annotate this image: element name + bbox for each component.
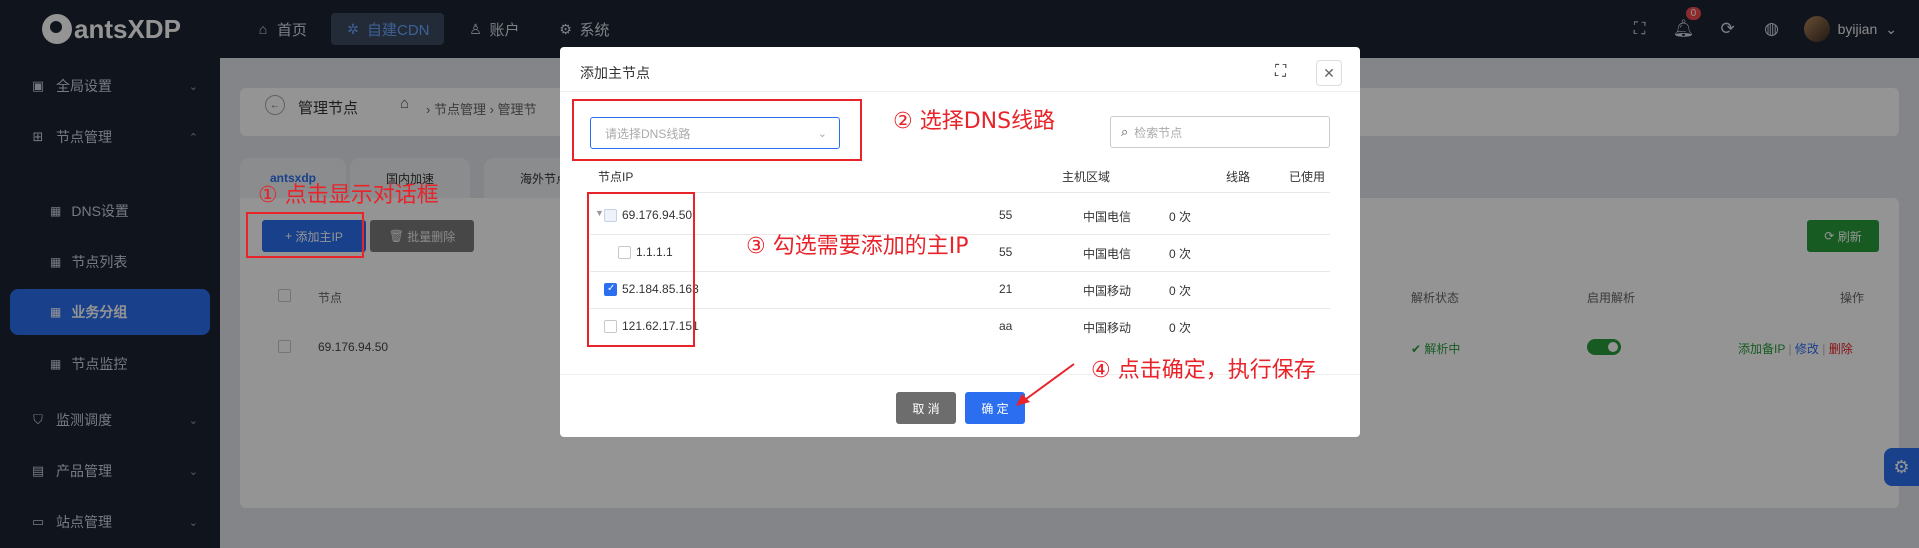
col-node-ip: 节点IP (598, 170, 634, 184)
used: 0 次 (1169, 247, 1192, 261)
divider (590, 192, 1330, 193)
search-placeholder: 检索节点 (1134, 125, 1183, 140)
used: 0 次 (1169, 210, 1192, 224)
used: 0 次 (1169, 321, 1192, 335)
close-icon[interactable]: ✕ (1316, 60, 1342, 86)
table-row[interactable]: 52.184.85.163 21 中国移动 0 次 (590, 272, 1330, 308)
annotation-arrow (1016, 363, 1075, 406)
annotation-box-ip-list (587, 192, 695, 347)
annotation-step1: ① 点击显示对话框 (258, 183, 439, 208)
cancel-button[interactable]: 取 消 (896, 392, 956, 424)
used: 0 次 (1169, 284, 1192, 298)
add-main-node-dialog: 添加主节点 ⛶ ✕ 请选择DNS线路 ⌄ ⌕ 检索节点 节点IP 主机区域 线路… (560, 47, 1360, 437)
divider (560, 91, 1360, 92)
search-icon: ⌕ (1121, 124, 1129, 139)
region: 55 (999, 208, 1013, 222)
region: 21 (999, 282, 1013, 296)
annotation-step3: ③ 勾选需要添加的主IP (746, 234, 969, 259)
line: 中国移动 (1083, 321, 1132, 335)
col-region: 主机区域 (1062, 170, 1111, 184)
node-search-input[interactable]: ⌕ 检索节点 (1110, 116, 1330, 148)
col-used: 已使用 (1289, 170, 1326, 184)
col-line: 线路 (1226, 170, 1251, 184)
annotation-box-add-button (246, 212, 364, 258)
line: 中国移动 (1083, 284, 1132, 298)
table-row[interactable]: 121.62.17.151 aa 中国移动 0 次 (590, 309, 1330, 345)
dialog-title: 添加主节点 (580, 65, 650, 81)
line: 中国电信 (1083, 210, 1132, 224)
annotation-step4: ④ 点击确定，执行保存 (1091, 358, 1316, 383)
annotation-box-dns-select (572, 99, 862, 161)
annotation-step2: ② 选择DNS线路 (893, 109, 1056, 134)
region: aa (999, 319, 1013, 333)
region: 55 (999, 245, 1013, 259)
line: 中国电信 (1083, 247, 1132, 261)
maximize-icon[interactable]: ⛶ (1275, 63, 1286, 81)
